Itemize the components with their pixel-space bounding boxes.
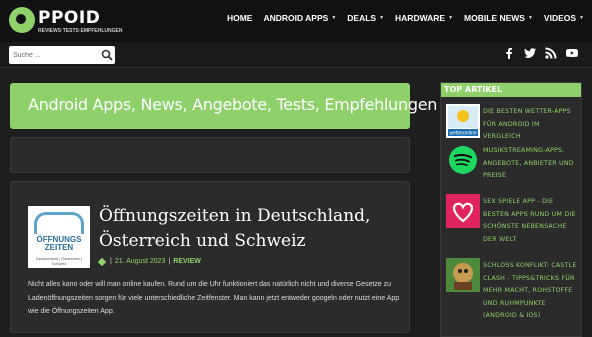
meta-separator: |: [168, 258, 171, 265]
caret-down-icon: ▼: [579, 15, 584, 21]
caret-down-icon: ▼: [527, 15, 533, 21]
nav-item-android-apps[interactable]: ANDROID APPS ▼: [263, 13, 336, 23]
rss-icon[interactable]: [545, 47, 557, 59]
wetteronline-label: wetteronline: [450, 131, 477, 137]
caret-down-icon: ▼: [448, 15, 454, 21]
nav-label: ANDROID APPS: [263, 13, 329, 23]
article-thumbnail[interactable]: ÖFFNUNGS ZEITEN Deutschland | Österreich…: [28, 206, 90, 268]
sidebar-item-title[interactable]: DIE BESTEN WETTER-APPS FÜR ANDROID IM VE…: [483, 106, 579, 144]
building-icon: [34, 212, 84, 234]
nav-label: MOBILE NEWS: [464, 13, 525, 23]
heart-app-icon[interactable]: [446, 194, 480, 228]
sidebar-item-title[interactable]: SCHLOSS KONFLIKT: CASTLE CLASH - TIPPS&T…: [483, 260, 579, 323]
castle-clash-thumbnail[interactable]: [446, 258, 480, 292]
article-card: ÖFFNUNGS ZEITEN Deutschland | Österreich…: [10, 181, 410, 333]
empty-panel: [10, 137, 410, 173]
nav-label: HARDWARE: [395, 13, 446, 23]
article-meta: | 21. August 2023 | REVIEW: [97, 257, 201, 266]
sidebar-top-articles: TOP ARTIKEL wetteronline DIE BESTEN WETT…: [440, 82, 582, 337]
site-logo[interactable]: PPOID REVIEWS·TESTS·EMPFEHLUNGEN: [9, 7, 122, 35]
article-category[interactable]: REVIEW: [173, 258, 201, 265]
article-date[interactable]: 21. August 2023: [115, 258, 166, 265]
page-banner: Android Apps, News, Angebote, Tests, Emp…: [10, 83, 437, 129]
logo-wordmark: PPOID: [38, 8, 101, 28]
caret-down-icon: ▼: [379, 15, 385, 21]
thumb-line-2: ZEITEN: [44, 243, 74, 252]
weather-app-thumbnail[interactable]: wetteronline: [446, 104, 480, 138]
sidebar-heading: TOP ARTIKEL: [441, 83, 581, 97]
logo-tagline: REVIEWS·TESTS·EMPFEHLUNGEN: [38, 28, 123, 34]
article-title[interactable]: Öffnungszeiten in Deutschland, Österreic…: [99, 204, 399, 254]
nav-label: VIDEOS: [543, 13, 577, 23]
logo-mark-icon: [9, 7, 35, 33]
nav-label: DEALS: [347, 13, 377, 23]
search-icon[interactable]: [101, 49, 113, 61]
article-excerpt: Nicht alles kann oder will man online ka…: [28, 281, 400, 315]
page-title: Android Apps, News, Angebote, Tests, Emp…: [28, 95, 438, 114]
sidebar-item-title[interactable]: MUSIKSTREAMING-APPS, ANGEBOTE, ANBIETER …: [483, 145, 579, 183]
sidebar-heading-label: TOP ARTIKEL: [444, 85, 503, 94]
sidebar-item-title[interactable]: SEX SPIELE APP - DIE BESTEN APPS RUND UM…: [483, 196, 579, 246]
facebook-icon[interactable]: [503, 47, 515, 59]
diamond-icon: [97, 257, 107, 266]
spotify-icon[interactable]: [446, 143, 480, 177]
main-nav: HOME ANDROID APPS ▼ DEALS ▼ HARDWARE ▼ MOBI…: [227, 13, 584, 23]
nav-item-deals[interactable]: DEALS ▼: [347, 13, 384, 23]
caret-down-icon: ▼: [331, 15, 337, 21]
meta-separator: |: [110, 258, 112, 265]
nav-label: HOME: [226, 13, 253, 23]
nav-item-hardware[interactable]: HARDWARE ▼: [395, 13, 453, 23]
social-links: [503, 47, 578, 59]
twitter-icon[interactable]: [524, 47, 536, 59]
nav-item-mobile-news[interactable]: MOBILE NEWS ▼: [464, 13, 533, 23]
search-box: [9, 46, 115, 64]
nav-item-home[interactable]: HOME: [227, 13, 253, 23]
search-input[interactable]: [13, 49, 93, 61]
sub-bar: [0, 42, 592, 68]
youtube-icon[interactable]: [566, 47, 578, 59]
thumb-line-3: Deutschland | Österreich | Schweiz: [35, 256, 83, 266]
site-header: PPOID REVIEWS·TESTS·EMPFEHLUNGEN HOME AN…: [0, 0, 592, 42]
nav-item-videos[interactable]: VIDEOS ▼: [544, 13, 584, 23]
